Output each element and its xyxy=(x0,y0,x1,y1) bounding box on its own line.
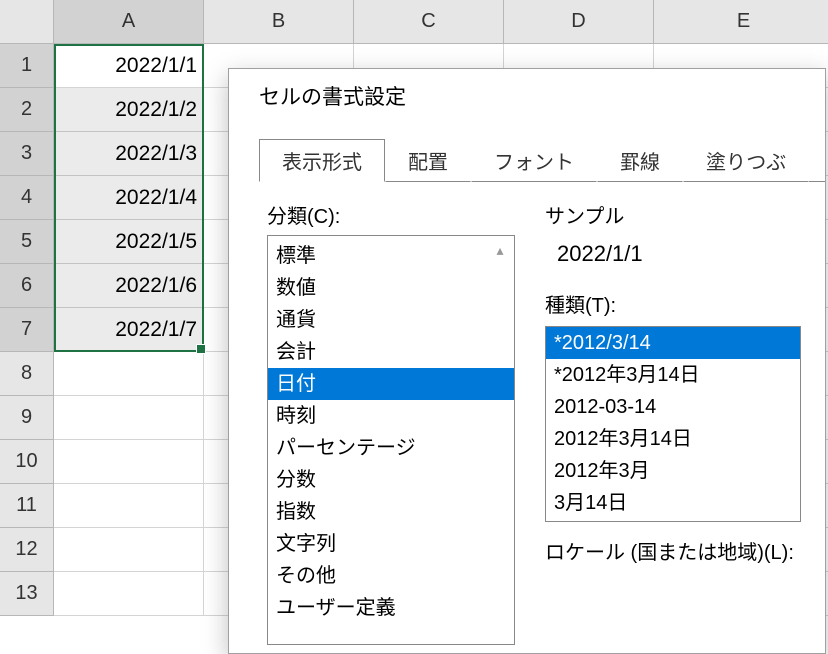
row-header[interactable]: 3 xyxy=(0,132,54,176)
category-item[interactable]: 時刻 xyxy=(268,400,514,432)
cell[interactable] xyxy=(54,484,204,528)
select-all-corner[interactable] xyxy=(0,0,54,44)
sample-value: 2022/1/1 xyxy=(545,237,801,281)
column-header[interactable]: A xyxy=(54,0,204,44)
cell[interactable]: 2022/1/4 xyxy=(54,176,204,220)
cell[interactable] xyxy=(54,572,204,616)
category-listbox[interactable]: 標準数値通貨会計日付時刻パーセンテージ分数指数文字列その他ユーザー定義 ▴ xyxy=(267,235,515,645)
column-header[interactable]: E xyxy=(654,0,828,44)
tabstrip-filler xyxy=(809,139,825,182)
dialog-tab[interactable]: 罫線 xyxy=(597,139,683,182)
type-label: 種類(T): xyxy=(545,289,801,318)
scroll-up-icon[interactable]: ▴ xyxy=(488,238,512,262)
type-item[interactable]: 2012年3月14日 xyxy=(546,423,800,455)
cell[interactable]: 2022/1/6 xyxy=(54,264,204,308)
cell[interactable] xyxy=(54,528,204,572)
category-item[interactable]: その他 xyxy=(268,560,514,592)
sample-label: サンプル xyxy=(545,200,801,229)
cell[interactable]: 2022/1/7 xyxy=(54,308,204,352)
dialog-tab[interactable]: 配置 xyxy=(385,139,471,182)
dialog-tabbar: 表示形式配置フォント罫線塗りつぶ xyxy=(229,115,825,182)
type-item[interactable]: 2012-03-14 xyxy=(546,391,800,423)
category-item[interactable]: 文字列 xyxy=(268,528,514,560)
locale-label: ロケール (国または地域)(L): xyxy=(545,536,801,565)
category-item[interactable]: 会計 xyxy=(268,336,514,368)
dialog-body: 分類(C): 標準数値通貨会計日付時刻パーセンテージ分数指数文字列その他ユーザー… xyxy=(229,182,825,653)
category-item[interactable]: 分数 xyxy=(268,464,514,496)
row-header[interactable]: 11 xyxy=(0,484,54,528)
cell[interactable] xyxy=(54,352,204,396)
dialog-tab[interactable]: フォント xyxy=(471,139,597,182)
row-header[interactable]: 1 xyxy=(0,44,54,88)
category-item[interactable]: 数値 xyxy=(268,272,514,304)
category-item[interactable]: 日付 xyxy=(268,368,514,400)
cell[interactable] xyxy=(54,396,204,440)
type-item[interactable]: 2012/3/14 xyxy=(546,519,800,522)
format-cells-dialog: セルの書式設定 表示形式配置フォント罫線塗りつぶ 分類(C): 標準数値通貨会計… xyxy=(228,68,826,654)
type-item[interactable]: *2012年3月14日 xyxy=(546,359,800,391)
cell[interactable]: 2022/1/3 xyxy=(54,132,204,176)
dialog-tab[interactable]: 表示形式 xyxy=(259,139,385,182)
row-header[interactable]: 4 xyxy=(0,176,54,220)
category-item[interactable]: ユーザー定義 xyxy=(268,592,514,624)
type-item[interactable]: *2012/3/14 xyxy=(546,327,800,359)
cell[interactable]: 2022/1/5 xyxy=(54,220,204,264)
cell[interactable]: 2022/1/1 xyxy=(54,44,204,88)
dialog-tab[interactable]: 塗りつぶ xyxy=(683,139,809,182)
type-item[interactable]: 3月14日 xyxy=(546,487,800,519)
row-header[interactable]: 12 xyxy=(0,528,54,572)
category-panel: 分類(C): 標準数値通貨会計日付時刻パーセンテージ分数指数文字列その他ユーザー… xyxy=(267,200,515,645)
row-header[interactable]: 9 xyxy=(0,396,54,440)
category-label: 分類(C): xyxy=(267,200,515,229)
row-header[interactable]: 13 xyxy=(0,572,54,616)
column-headers: ABCDE xyxy=(54,0,828,44)
dialog-title: セルの書式設定 xyxy=(229,69,825,115)
row-header[interactable]: 10 xyxy=(0,440,54,484)
row-header[interactable]: 6 xyxy=(0,264,54,308)
cell[interactable] xyxy=(54,440,204,484)
category-item[interactable]: 通貨 xyxy=(268,304,514,336)
category-item[interactable]: 標準 xyxy=(268,240,514,272)
row-headers: 12345678910111213 xyxy=(0,44,54,616)
row-header[interactable]: 8 xyxy=(0,352,54,396)
column-header[interactable]: D xyxy=(504,0,654,44)
category-item[interactable]: 指数 xyxy=(268,496,514,528)
column-header[interactable]: C xyxy=(354,0,504,44)
column-header[interactable]: B xyxy=(204,0,354,44)
row-header[interactable]: 5 xyxy=(0,220,54,264)
cell[interactable]: 2022/1/2 xyxy=(54,88,204,132)
type-item[interactable]: 2012年3月 xyxy=(546,455,800,487)
type-listbox[interactable]: *2012/3/14*2012年3月14日2012-03-142012年3月14… xyxy=(545,326,801,522)
row-header[interactable]: 7 xyxy=(0,308,54,352)
detail-panel: サンプル 2022/1/1 種類(T): *2012/3/14*2012年3月1… xyxy=(545,200,801,645)
category-item[interactable]: パーセンテージ xyxy=(268,432,514,464)
row-header[interactable]: 2 xyxy=(0,88,54,132)
